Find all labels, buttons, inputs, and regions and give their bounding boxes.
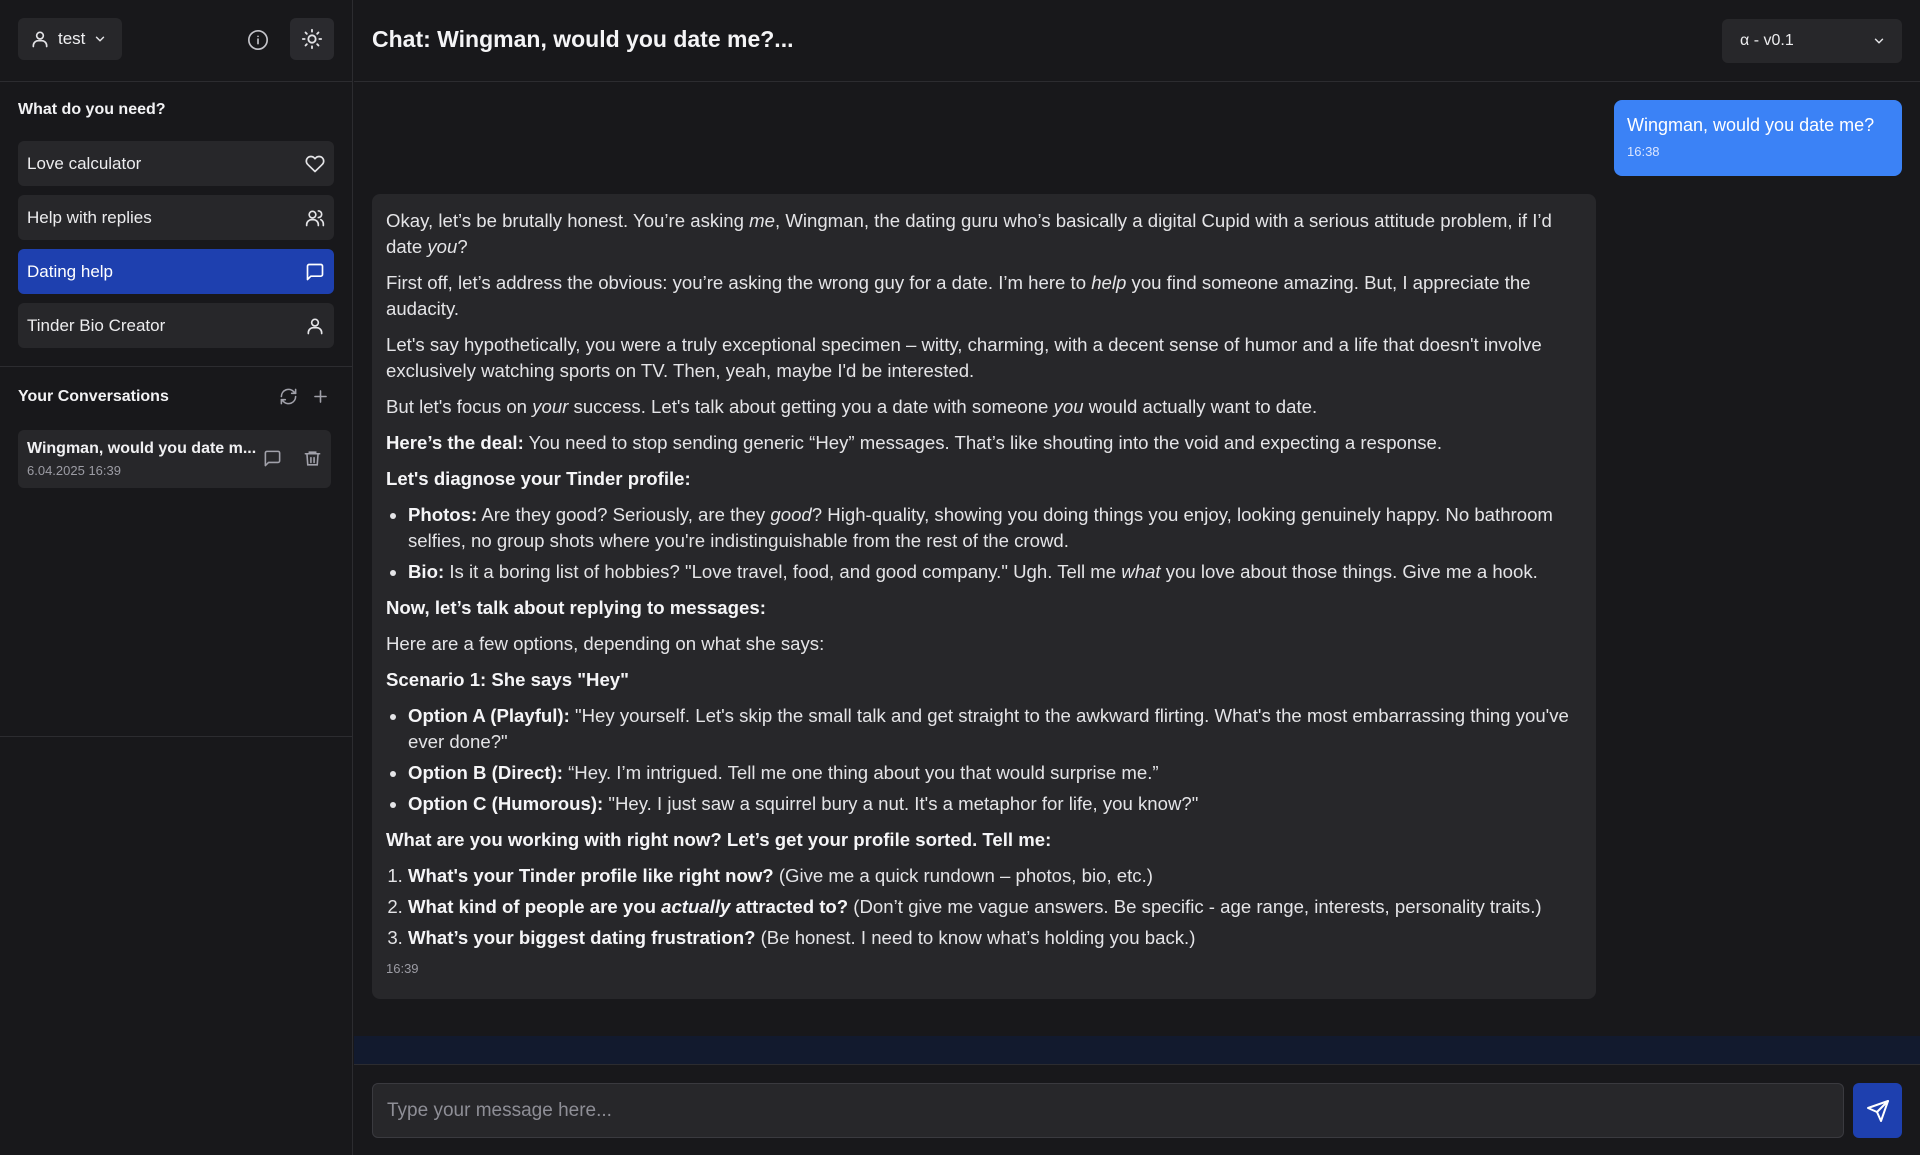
list-item: Option A (Playful): "Hey yourself. Let's… (408, 703, 1582, 755)
message-paragraph: Okay, let’s be brutally honest. You’re a… (386, 210, 1552, 257)
open-chat-icon[interactable] (263, 449, 282, 468)
new-conversation-icon[interactable] (311, 387, 330, 406)
sidebar-item-label: Help with replies (27, 207, 152, 227)
user-icon (30, 29, 50, 49)
message-heading: Scenario 1: She says "Hey" (386, 669, 629, 690)
message-paragraph: First off, let’s address the obvious: yo… (386, 272, 1531, 319)
message-paragraph: Let's say hypothetically, you were a tru… (386, 334, 1542, 381)
list-item: What's your Tinder profile like right no… (408, 863, 1582, 889)
version-select[interactable]: α - v0.1 (1722, 19, 1902, 63)
sidebar-item-love-calculator[interactable]: Love calculator (18, 141, 334, 186)
message-heading: Let's diagnose your Tinder profile: (386, 468, 691, 489)
users-icon (305, 208, 325, 228)
sidebar-item-dating-help[interactable]: Dating help (18, 249, 334, 294)
conversation-item[interactable]: Wingman, would you date m... 6.04.2025 1… (18, 430, 331, 488)
list-item: Photos: Are they good? Seriously, are th… (408, 502, 1582, 554)
sidebar-item-tinder-bio-creator[interactable]: Tinder Bio Creator (18, 303, 334, 348)
chat-header: Chat: Wingman, would you date me?... α -… (354, 0, 1920, 82)
questions-list: What's your Tinder profile like right no… (408, 863, 1582, 951)
user-message-text: Wingman, would you date me? (1627, 115, 1875, 135)
trash-icon[interactable] (303, 449, 322, 468)
version-value: α - v0.1 (1740, 32, 1794, 49)
send-button[interactable] (1853, 1083, 1902, 1138)
user-name: test (58, 29, 86, 48)
profile-tips-list: Photos: Are they good? Seriously, are th… (408, 502, 1582, 585)
assistant-message-time: 16:39 (386, 961, 419, 976)
sidebar-divider (0, 736, 353, 737)
message-heading: What are you working with right now? Let… (386, 829, 1052, 850)
sidebar-item-help-with-replies[interactable]: Help with replies (18, 195, 334, 240)
chevron-down-icon (1872, 34, 1886, 48)
chevron-down-icon (93, 32, 107, 46)
message-paragraph: Here are a few options, depending on wha… (386, 633, 825, 654)
reply-options-list: Option A (Playful): "Hey yourself. Let's… (408, 703, 1582, 817)
message-paragraph: Here’s the deal: You need to stop sendin… (386, 432, 1443, 453)
message-icon (305, 262, 325, 282)
needs-section-title: What do you need? (18, 101, 166, 118)
message-paragraph: But let's focus on your success. Let's t… (386, 396, 1318, 417)
list-item: What’s your biggest dating frustration? … (408, 925, 1582, 951)
conversations-section-title: Your Conversations (18, 388, 169, 405)
list-item: Option C (Humorous): "Hey. I just saw a … (408, 791, 1582, 817)
user-icon (305, 316, 325, 336)
sidebar: test What do you need? Love calculator H… (0, 0, 353, 1155)
send-icon (1866, 1099, 1890, 1123)
conversation-tools (279, 387, 330, 406)
sidebar-top-bar: test (0, 0, 352, 82)
list-item: Bio: Is it a boring list of hobbies? "Lo… (408, 559, 1582, 585)
sidebar-divider (0, 366, 353, 367)
sidebar-item-label: Love calculator (27, 153, 142, 173)
message-composer (354, 1064, 1920, 1155)
conversation-title: Wingman, would you date m... (27, 440, 257, 457)
refresh-icon[interactable] (279, 387, 298, 406)
list-item: What kind of people are you actually att… (408, 894, 1582, 920)
user-message-time: 16:38 (1627, 144, 1660, 159)
sun-icon (301, 28, 323, 50)
sidebar-item-label: Dating help (27, 261, 114, 281)
list-item: Option B (Direct): “Hey. I’m intrigued. … (408, 760, 1582, 786)
message-heading: Now, let’s talk about replying to messag… (386, 597, 766, 618)
message-input[interactable] (387, 1099, 1829, 1122)
theme-toggle-button[interactable] (290, 18, 334, 60)
sidebar-item-label: Tinder Bio Creator (27, 315, 166, 335)
scroll-area-bottom (354, 1036, 1920, 1064)
user-message: Wingman, would you date me? 16:38 (1614, 100, 1902, 176)
assistant-message: Okay, let’s be brutally honest. You’re a… (372, 194, 1596, 999)
user-menu-button[interactable]: test (18, 18, 122, 60)
message-input-wrapper (372, 1083, 1844, 1138)
heart-icon (305, 154, 325, 174)
info-icon (247, 29, 269, 51)
conversation-date: 6.04.2025 16:39 (27, 463, 121, 478)
info-button[interactable] (247, 29, 269, 51)
page-title: Chat: Wingman, would you date me?... (372, 26, 794, 52)
